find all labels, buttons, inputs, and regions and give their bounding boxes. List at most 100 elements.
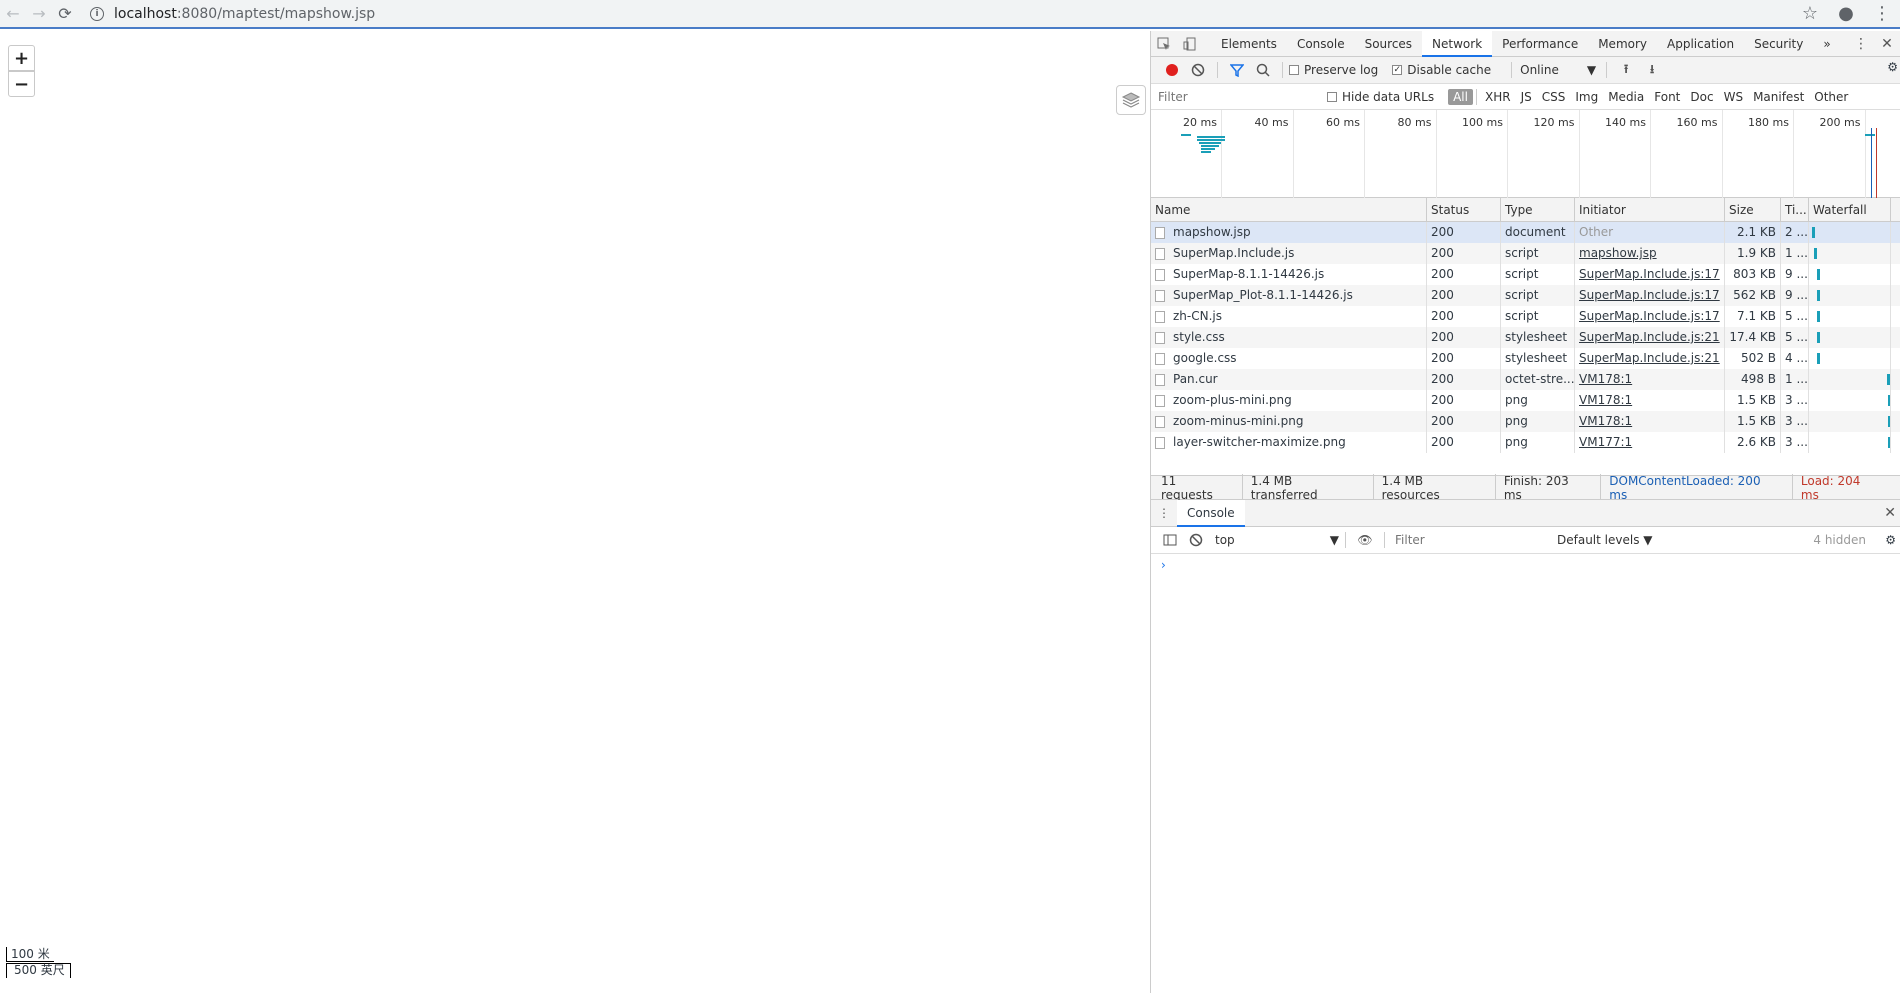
cell-initiator[interactable]: SuperMap.Include.js:21 bbox=[1575, 327, 1725, 348]
request-row[interactable]: SuperMap_Plot-8.1.1-14426.js 200 script Sup… bbox=[1151, 285, 1900, 306]
initiator-link[interactable]: mapshow.jsp bbox=[1579, 246, 1657, 260]
request-row[interactable]: SuperMap-8.1.1-14426.js 200 script SuperMap… bbox=[1151, 264, 1900, 285]
column-status[interactable]: Status bbox=[1427, 198, 1501, 222]
filter-type-css[interactable]: CSS bbox=[1537, 89, 1571, 105]
cell-initiator[interactable]: VM178:1 bbox=[1575, 411, 1725, 432]
tab-security[interactable]: Security bbox=[1744, 31, 1813, 57]
tab-network[interactable]: Network bbox=[1422, 30, 1493, 57]
preserve-log-checkbox[interactable]: Preserve log bbox=[1289, 63, 1378, 77]
info-icon[interactable]: i bbox=[90, 6, 104, 21]
cell-initiator[interactable]: SuperMap.Include.js:21 bbox=[1575, 348, 1725, 369]
column-name[interactable]: Name bbox=[1151, 198, 1427, 222]
filter-type-font[interactable]: Font bbox=[1649, 89, 1685, 105]
tab-memory[interactable]: Memory bbox=[1588, 31, 1657, 57]
filter-toggle-button[interactable] bbox=[1224, 59, 1250, 81]
cell-initiator[interactable]: SuperMap.Include.js:17 bbox=[1575, 306, 1725, 327]
context-select[interactable]: top ▼ bbox=[1209, 533, 1339, 547]
column-size[interactable]: Size bbox=[1725, 198, 1781, 222]
initiator-link[interactable]: SuperMap.Include.js:17 bbox=[1579, 267, 1720, 281]
filter-type-doc[interactable]: Doc bbox=[1685, 89, 1718, 105]
cell-initiator[interactable]: SuperMap.Include.js:17 bbox=[1575, 285, 1725, 306]
initiator-link[interactable]: VM178:1 bbox=[1579, 414, 1632, 428]
filter-type-other[interactable]: Other bbox=[1809, 89, 1853, 105]
filter-type-all[interactable]: All bbox=[1448, 88, 1473, 105]
request-name: zh-CN.js bbox=[1173, 309, 1222, 323]
throttling-select[interactable]: Online ▼ bbox=[1520, 63, 1600, 77]
cell-initiator[interactable]: VM178:1 bbox=[1575, 390, 1725, 411]
console-clear-button[interactable] bbox=[1183, 529, 1209, 551]
request-row[interactable]: SuperMap.Include.js 200 script mapshow.jsp 1… bbox=[1151, 243, 1900, 264]
profile-icon[interactable]: ● bbox=[1828, 3, 1864, 24]
initiator-link[interactable]: VM177:1 bbox=[1579, 435, 1632, 449]
close-devtools-icon[interactable]: ✕ bbox=[1874, 36, 1900, 52]
filter-type-xhr[interactable]: XHR bbox=[1480, 89, 1516, 105]
zoom-out-button[interactable]: − bbox=[8, 71, 35, 97]
console-prompt[interactable]: › bbox=[1151, 554, 1900, 576]
url-text[interactable]: localhost:8080/maptest/mapshow.jsp bbox=[114, 6, 375, 22]
filter-type-manifest[interactable]: Manifest bbox=[1748, 89, 1809, 105]
close-drawer-icon[interactable]: ✕ bbox=[1884, 505, 1896, 521]
address-bar[interactable]: i localhost:8080/maptest/mapshow.jsp bbox=[90, 2, 375, 26]
drawer-tab-console[interactable]: Console bbox=[1177, 499, 1245, 527]
cell-initiator[interactable]: mapshow.jsp bbox=[1575, 243, 1725, 264]
tab-console[interactable]: Console bbox=[1287, 31, 1355, 57]
forward-button[interactable]: → bbox=[26, 2, 52, 26]
initiator-link[interactable]: SuperMap.Include.js:21 bbox=[1579, 351, 1720, 365]
column-type[interactable]: Type bbox=[1501, 198, 1575, 222]
column-time[interactable]: Ti... bbox=[1781, 198, 1809, 222]
request-row[interactable]: zoom-plus-mini.png 200 png VM178:1 1.5 KB 3 .… bbox=[1151, 390, 1900, 411]
export-har-button[interactable]: ⭳ bbox=[1639, 59, 1665, 81]
log-levels-select[interactable]: Default levels ▼ bbox=[1557, 533, 1653, 547]
search-button[interactable] bbox=[1250, 59, 1276, 81]
bookmark-star-icon[interactable]: ☆ bbox=[1792, 3, 1828, 24]
tab-performance[interactable]: Performance bbox=[1492, 31, 1588, 57]
live-expression-button[interactable]: 👁 bbox=[1352, 529, 1378, 551]
tab-elements[interactable]: Elements bbox=[1211, 31, 1287, 57]
devtools-menu-icon[interactable]: ⋮ bbox=[1848, 36, 1874, 52]
menu-icon[interactable]: ⋮ bbox=[1864, 3, 1900, 24]
clear-button[interactable] bbox=[1185, 59, 1211, 81]
console-settings-icon[interactable]: ⚙ bbox=[1885, 533, 1896, 547]
tab-application[interactable]: Application bbox=[1657, 31, 1744, 57]
column-initiator[interactable]: Initiator bbox=[1575, 198, 1725, 222]
back-button[interactable]: ← bbox=[0, 2, 26, 26]
console-filter-input[interactable] bbox=[1391, 531, 1551, 549]
device-toolbar-icon[interactable] bbox=[1177, 37, 1203, 51]
tab-sources[interactable]: Sources bbox=[1355, 31, 1422, 57]
filter-type-img[interactable]: Img bbox=[1570, 89, 1603, 105]
cell-initiator[interactable]: VM177:1 bbox=[1575, 432, 1725, 453]
disable-cache-checkbox[interactable]: ✓ Disable cache bbox=[1392, 63, 1491, 77]
inspect-element-icon[interactable] bbox=[1151, 37, 1177, 51]
zoom-in-button[interactable]: + bbox=[8, 45, 35, 71]
initiator-link[interactable]: SuperMap.Include.js:17 bbox=[1579, 309, 1720, 323]
initiator-link[interactable]: VM178:1 bbox=[1579, 372, 1632, 386]
request-row[interactable]: mapshow.jsp 200 document Other 2.1 KB 2 ... bbox=[1151, 222, 1900, 243]
request-row[interactable]: google.css 200 stylesheet SuperMap.Include.… bbox=[1151, 348, 1900, 369]
network-overview-timeline[interactable]: 20 ms 40 ms 60 ms 80 ms 100 ms 120 ms 140 ms 16… bbox=[1151, 110, 1900, 198]
initiator-link[interactable]: SuperMap.Include.js:21 bbox=[1579, 330, 1720, 344]
request-row[interactable]: style.css 200 stylesheet SuperMap.Include.j… bbox=[1151, 327, 1900, 348]
sidebar-toggle-button[interactable] bbox=[1157, 529, 1183, 551]
cell-initiator[interactable]: SuperMap.Include.js:17 bbox=[1575, 264, 1725, 285]
network-filter-input[interactable] bbox=[1155, 87, 1315, 106]
column-waterfall[interactable]: Waterfall bbox=[1809, 198, 1891, 222]
filter-type-js[interactable]: JS bbox=[1516, 89, 1537, 105]
filter-type-media[interactable]: Media bbox=[1603, 89, 1649, 105]
record-button[interactable] bbox=[1159, 59, 1185, 81]
filter-type-ws[interactable]: WS bbox=[1719, 89, 1748, 105]
request-row[interactable]: zh-CN.js 200 script SuperMap.Include.js:17 7… bbox=[1151, 306, 1900, 327]
initiator-link[interactable]: VM178:1 bbox=[1579, 393, 1632, 407]
request-row[interactable]: Pan.cur 200 octet-stre... VM178:1 498 B1 ... bbox=[1151, 369, 1900, 390]
drawer-menu-icon[interactable]: ⋮ bbox=[1151, 506, 1177, 520]
more-tabs-button[interactable]: » bbox=[1813, 31, 1840, 57]
cell-initiator[interactable]: VM178:1 bbox=[1575, 369, 1725, 390]
settings-gear-icon[interactable]: ⚙ bbox=[1887, 60, 1898, 74]
layer-switcher-button[interactable] bbox=[1116, 85, 1146, 115]
initiator-link[interactable]: SuperMap.Include.js:17 bbox=[1579, 288, 1720, 302]
request-row[interactable]: layer-switcher-maximize.png 200 png VM177:1… bbox=[1151, 432, 1900, 453]
map-view[interactable]: + − 100 米 500 英尺 bbox=[0, 31, 1150, 993]
reload-button[interactable]: ⟳ bbox=[52, 2, 78, 26]
hide-data-urls-checkbox[interactable]: Hide data URLs bbox=[1327, 90, 1434, 104]
request-row[interactable]: zoom-minus-mini.png 200 png VM178:1 1.5 KB 3 … bbox=[1151, 411, 1900, 432]
import-har-button[interactable]: ⭱ bbox=[1613, 59, 1639, 81]
